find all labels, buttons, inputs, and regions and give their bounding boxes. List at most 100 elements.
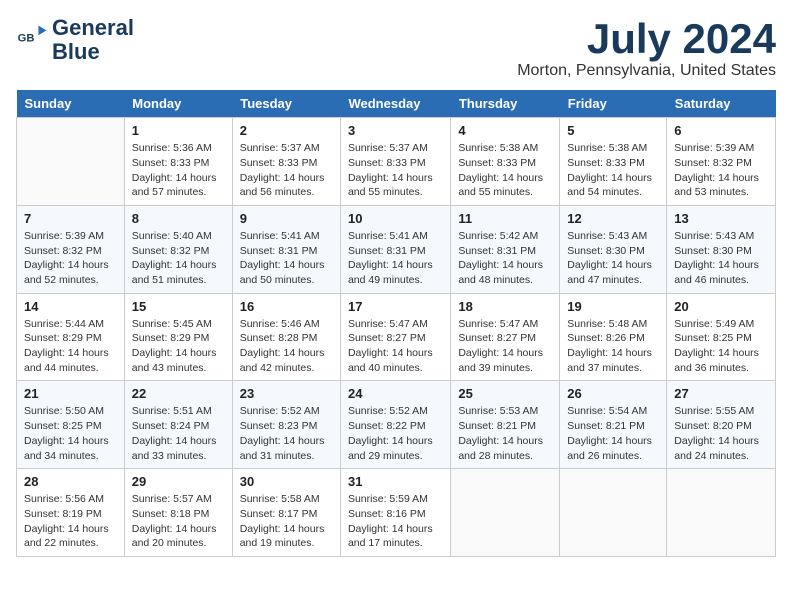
- day-number: 9: [240, 211, 333, 226]
- week-row-4: 28Sunrise: 5:56 AMSunset: 8:19 PMDayligh…: [17, 469, 776, 557]
- calendar-cell: 4 Sunrise: 5:38 AMSunset: 8:33 PMDaylight…: [451, 118, 560, 206]
- calendar-cell: 31 Sunrise: 5:59 AMSunset: 8:16 PMDayligh…: [340, 469, 450, 557]
- calendar-cell: [667, 469, 776, 557]
- day-number: 5: [567, 123, 659, 138]
- calendar-cell: 20 Sunrise: 5:49 AMSunset: 8:25 PMDayligh…: [667, 293, 776, 381]
- day-info: Sunrise: 5:58 AMSunset: 8:17 PMDaylight:…: [240, 492, 333, 551]
- day-number: 31: [348, 474, 443, 489]
- calendar-cell: 27 Sunrise: 5:55 AMSunset: 8:20 PMDayligh…: [667, 381, 776, 469]
- svg-text:G: G: [18, 33, 27, 45]
- calendar-cell: 3 Sunrise: 5:37 AMSunset: 8:33 PMDaylight…: [340, 118, 450, 206]
- day-info: Sunrise: 5:39 AMSunset: 8:32 PMDaylight:…: [24, 229, 117, 288]
- weekday-header-row: SundayMondayTuesdayWednesdayThursdayFrid…: [17, 90, 776, 118]
- day-number: 26: [567, 386, 659, 401]
- day-number: 10: [348, 211, 443, 226]
- day-number: 8: [132, 211, 225, 226]
- day-info: Sunrise: 5:43 AMSunset: 8:30 PMDaylight:…: [674, 229, 768, 288]
- week-row-1: 7 Sunrise: 5:39 AMSunset: 8:32 PMDaylight…: [17, 205, 776, 293]
- day-info: Sunrise: 5:37 AMSunset: 8:33 PMDaylight:…: [240, 141, 333, 200]
- day-info: Sunrise: 5:39 AMSunset: 8:32 PMDaylight:…: [674, 141, 768, 200]
- day-number: 13: [674, 211, 768, 226]
- day-number: 1: [132, 123, 225, 138]
- day-number: 12: [567, 211, 659, 226]
- day-info: Sunrise: 5:59 AMSunset: 8:16 PMDaylight:…: [348, 492, 443, 551]
- calendar-cell: 17 Sunrise: 5:47 AMSunset: 8:27 PMDayligh…: [340, 293, 450, 381]
- day-number: 27: [674, 386, 768, 401]
- day-info: Sunrise: 5:40 AMSunset: 8:32 PMDaylight:…: [132, 229, 225, 288]
- logo-text: General Blue: [52, 16, 134, 64]
- calendar-cell: 25Sunrise: 5:53 AMSunset: 8:21 PMDayligh…: [451, 381, 560, 469]
- day-number: 23: [240, 386, 333, 401]
- calendar-cell: 8 Sunrise: 5:40 AMSunset: 8:32 PMDaylight…: [124, 205, 232, 293]
- day-number: 17: [348, 299, 443, 314]
- calendar-cell: [560, 469, 667, 557]
- day-number: 28: [24, 474, 117, 489]
- day-info: Sunrise: 5:57 AMSunset: 8:18 PMDaylight:…: [132, 492, 225, 551]
- calendar-cell: 13 Sunrise: 5:43 AMSunset: 8:30 PMDayligh…: [667, 205, 776, 293]
- weekday-header-tuesday: Tuesday: [232, 90, 340, 118]
- calendar-cell: [17, 118, 125, 206]
- day-info: Sunrise: 5:36 AMSunset: 8:33 PMDaylight:…: [132, 141, 225, 200]
- day-info: Sunrise: 5:48 AMSunset: 8:26 PMDaylight:…: [567, 317, 659, 376]
- calendar-cell: 22 Sunrise: 5:51 AMSunset: 8:24 PMDayligh…: [124, 381, 232, 469]
- day-info: Sunrise: 5:55 AMSunset: 8:20 PMDaylight:…: [674, 404, 768, 463]
- day-info: Sunrise: 5:44 AMSunset: 8:29 PMDaylight:…: [24, 317, 117, 376]
- calendar-cell: 11 Sunrise: 5:42 AMSunset: 8:31 PMDayligh…: [451, 205, 560, 293]
- day-number: 11: [458, 211, 552, 226]
- calendar-cell: 9 Sunrise: 5:41 AMSunset: 8:31 PMDaylight…: [232, 205, 340, 293]
- calendar-cell: [451, 469, 560, 557]
- calendar-cell: 10 Sunrise: 5:41 AMSunset: 8:31 PMDayligh…: [340, 205, 450, 293]
- day-number: 19: [567, 299, 659, 314]
- day-info: Sunrise: 5:50 AMSunset: 8:25 PMDaylight:…: [24, 404, 117, 463]
- day-number: 16: [240, 299, 333, 314]
- day-number: 14: [24, 299, 117, 314]
- calendar-cell: 18Sunrise: 5:47 AMSunset: 8:27 PMDayligh…: [451, 293, 560, 381]
- day-info: Sunrise: 5:47 AMSunset: 8:27 PMDaylight:…: [348, 317, 443, 376]
- header: G B General Blue July 2024 Morton, Penns…: [16, 16, 776, 80]
- calendar-cell: 26 Sunrise: 5:54 AMSunset: 8:21 PMDayligh…: [560, 381, 667, 469]
- weekday-header-sunday: Sunday: [17, 90, 125, 118]
- day-number: 25: [458, 386, 552, 401]
- day-info: Sunrise: 5:37 AMSunset: 8:33 PMDaylight:…: [348, 141, 443, 200]
- calendar-cell: 5Sunrise: 5:38 AMSunset: 8:33 PMDaylight…: [560, 118, 667, 206]
- calendar-cell: 28Sunrise: 5:56 AMSunset: 8:19 PMDayligh…: [17, 469, 125, 557]
- day-info: Sunrise: 5:49 AMSunset: 8:25 PMDaylight:…: [674, 317, 768, 376]
- day-number: 20: [674, 299, 768, 314]
- svg-text:B: B: [26, 33, 34, 45]
- calendar-cell: 2Sunrise: 5:37 AMSunset: 8:33 PMDaylight…: [232, 118, 340, 206]
- logo-icon: G B: [16, 24, 48, 56]
- logo-line2: Blue: [52, 39, 100, 64]
- calendar-cell: 12 Sunrise: 5:43 AMSunset: 8:30 PMDayligh…: [560, 205, 667, 293]
- day-info: Sunrise: 5:38 AMSunset: 8:33 PMDaylight:…: [458, 141, 552, 200]
- calendar-cell: 29 Sunrise: 5:57 AMSunset: 8:18 PMDayligh…: [124, 469, 232, 557]
- day-info: Sunrise: 5:54 AMSunset: 8:21 PMDaylight:…: [567, 404, 659, 463]
- weekday-header-wednesday: Wednesday: [340, 90, 450, 118]
- week-row-0: 1 Sunrise: 5:36 AMSunset: 8:33 PMDaylight…: [17, 118, 776, 206]
- calendar-cell: 14 Sunrise: 5:44 AMSunset: 8:29 PMDayligh…: [17, 293, 125, 381]
- week-row-3: 21Sunrise: 5:50 AMSunset: 8:25 PMDayligh…: [17, 381, 776, 469]
- day-number: 4: [458, 123, 552, 138]
- calendar-cell: 23Sunrise: 5:52 AMSunset: 8:23 PMDayligh…: [232, 381, 340, 469]
- day-info: Sunrise: 5:42 AMSunset: 8:31 PMDaylight:…: [458, 229, 552, 288]
- day-number: 15: [132, 299, 225, 314]
- day-number: 3: [348, 123, 443, 138]
- calendar-cell: 21Sunrise: 5:50 AMSunset: 8:25 PMDayligh…: [17, 381, 125, 469]
- day-number: 18: [458, 299, 552, 314]
- day-number: 29: [132, 474, 225, 489]
- day-info: Sunrise: 5:51 AMSunset: 8:24 PMDaylight:…: [132, 404, 225, 463]
- day-number: 7: [24, 211, 117, 226]
- day-info: Sunrise: 5:43 AMSunset: 8:30 PMDaylight:…: [567, 229, 659, 288]
- day-number: 6: [674, 123, 768, 138]
- month-title: July 2024: [517, 16, 776, 62]
- day-number: 22: [132, 386, 225, 401]
- day-info: Sunrise: 5:41 AMSunset: 8:31 PMDaylight:…: [240, 229, 333, 288]
- calendar-table: SundayMondayTuesdayWednesdayThursdayFrid…: [16, 90, 776, 557]
- location: Morton, Pennsylvania, United States: [517, 62, 776, 80]
- weekday-header-friday: Friday: [560, 90, 667, 118]
- logo: G B General Blue: [16, 16, 134, 64]
- calendar-cell: 15Sunrise: 5:45 AMSunset: 8:29 PMDayligh…: [124, 293, 232, 381]
- calendar-cell: 7 Sunrise: 5:39 AMSunset: 8:32 PMDaylight…: [17, 205, 125, 293]
- day-number: 30: [240, 474, 333, 489]
- weekday-header-thursday: Thursday: [451, 90, 560, 118]
- day-info: Sunrise: 5:41 AMSunset: 8:31 PMDaylight:…: [348, 229, 443, 288]
